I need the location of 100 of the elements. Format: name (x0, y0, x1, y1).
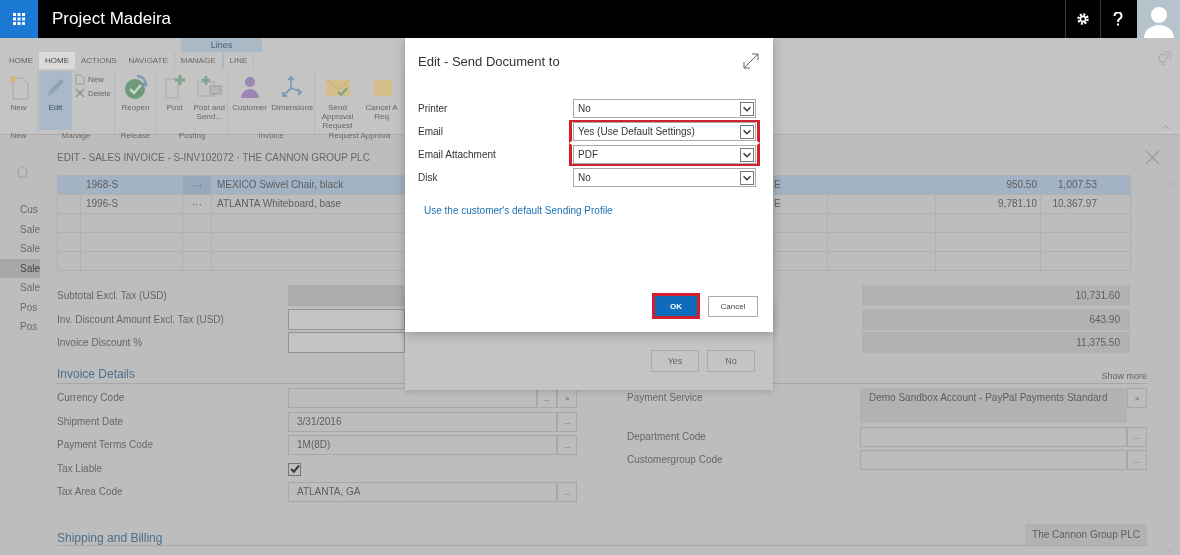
help-icon (1113, 12, 1123, 26)
total-label: Inv. Discount Amount Excl. Tax (USD) (57, 313, 225, 325)
ribbon-button[interactable]: Cancel A Req (360, 71, 403, 130)
table-cell (774, 252, 828, 271)
input-field[interactable]: 3/31/2016 (288, 411, 557, 432)
ok-button[interactable]: OK (652, 293, 700, 319)
ribbon-tab[interactable]: HOME (3, 52, 39, 69)
total-value: 11,375.50 (862, 332, 1130, 353)
field-label: Currency Code (57, 391, 126, 405)
input-field[interactable]: Demo Sandbox Account - PayPal Payments Standard (860, 388, 1127, 423)
field-label: Payment Service (627, 391, 704, 405)
lookup-button[interactable]: ··· (183, 195, 212, 214)
section-title: Shipping and Billing (57, 531, 163, 545)
field-label: Payment Terms Code (57, 438, 154, 452)
field-label: Customergroup Code (627, 453, 724, 467)
ribbon-button[interactable]: New (1, 71, 36, 130)
show-more-link[interactable]: Show more (1101, 371, 1147, 381)
ribbon-button[interactable]: New (72, 74, 113, 85)
new-document-icon (7, 74, 30, 100)
table-cell: 950.50 (936, 176, 1041, 195)
ribbon-button[interactable]: Delete (72, 88, 113, 98)
document-plus-icon (162, 74, 187, 100)
lightbulb-icon[interactable] (1157, 50, 1173, 66)
lookup-button[interactable]: ... (537, 388, 557, 408)
lookup-button[interactable]: ... (557, 482, 577, 502)
dialog-title: Edit - Send Document to (418, 53, 560, 69)
field-label: Disk (418, 172, 439, 183)
group-label: Manage (60, 130, 92, 142)
ribbon-tab[interactable]: LINE (222, 52, 255, 69)
field-label: Tax Area Code (57, 485, 124, 499)
settings-icon (1076, 12, 1090, 26)
ribbon-tab[interactable]: MANAGE (173, 52, 223, 69)
table-cell: 1,007.53 (1041, 176, 1131, 195)
input-field[interactable] (288, 285, 405, 306)
checkbox[interactable] (288, 462, 301, 476)
expand-icon[interactable] (742, 52, 760, 70)
group-label: New (9, 130, 28, 142)
input-field[interactable]: 1M(8D) (288, 435, 557, 455)
check-circle-icon (122, 74, 149, 100)
person-icon (1141, 4, 1176, 38)
section-title: Invoice Details (57, 367, 136, 381)
field-label: Email Attachment (418, 149, 497, 160)
page-title: EDIT - SALES INVOICE - S-INV102072 · THE CANNON GROUP PLC (57, 151, 370, 163)
dropdown[interactable]: PDF (573, 145, 756, 164)
ribbon-tab[interactable]: HOME (39, 52, 75, 69)
input-field[interactable] (288, 332, 405, 353)
sending-profile-link[interactable]: Use the customer's default Sending Profile (418, 205, 760, 216)
group-label: Release (119, 130, 152, 142)
ribbon-button[interactable]: Send Approval Request (316, 71, 359, 130)
ribbon-tab[interactable]: ACTIONS (75, 52, 123, 69)
nav-item[interactable]: Cus (0, 200, 40, 220)
table-cell: E (774, 195, 828, 214)
app-title: Project Madeira (52, 8, 173, 30)
cancel-button[interactable]: Cancel (708, 295, 758, 317)
nav-item[interactable]: Sale (0, 278, 40, 298)
input-field[interactable] (288, 388, 537, 408)
field-label: Email (418, 126, 444, 137)
lookup-button[interactable]: ··· (183, 176, 212, 195)
close-icon[interactable] (1145, 149, 1160, 165)
ribbon-tab[interactable]: NAVIGATE (122, 52, 174, 69)
lookup-button[interactable]: ... (1127, 450, 1147, 470)
ribbon-button[interactable]: Post (158, 71, 192, 130)
input-field[interactable] (288, 308, 405, 330)
nav-item[interactable]: Pos (0, 317, 40, 337)
nav-item[interactable]: Sale (0, 258, 40, 278)
company-name-button[interactable]: The Cannon Group PLC (1025, 524, 1147, 545)
total-label: Invoice Discount % (57, 337, 144, 348)
dropdown[interactable]: Yes (Use Default Settings) (573, 122, 756, 141)
group-label: Invoice (257, 130, 285, 142)
nav-item[interactable]: Sale (0, 219, 40, 239)
context-label: Lines (181, 38, 262, 52)
total-value: 643.90 (862, 308, 1130, 330)
caret-up-icon[interactable] (1160, 124, 1170, 130)
app-launcher-button[interactable] (0, 0, 38, 38)
field-label: Printer (418, 103, 449, 114)
field-label: Department Code (627, 429, 707, 444)
group-label: Request Approva (327, 130, 392, 142)
table-cell: 1968-S (81, 176, 183, 195)
input-field[interactable]: ATLANTA, GA (288, 482, 557, 502)
dialog-button[interactable]: No (707, 350, 755, 372)
home-icon[interactable] (16, 165, 29, 178)
field-label: Tax Liable (57, 461, 104, 476)
lookup-button[interactable]: ... (557, 435, 577, 455)
lookup-button[interactable]: ... (1127, 426, 1147, 447)
ribbon-button[interactable]: Edit (39, 71, 72, 130)
lookup-button[interactable]: ... (557, 411, 577, 432)
ribbon-button[interactable]: Post and Send... (192, 71, 226, 130)
table-cell: 1996-S (81, 195, 183, 214)
dropdown[interactable]: No (573, 168, 756, 187)
ribbon-button[interactable]: Reopen (116, 71, 155, 130)
more-button[interactable]: > (557, 388, 577, 408)
more-button[interactable]: > (1127, 388, 1147, 408)
table-cell: 10,367.97 (1041, 195, 1131, 214)
ribbon-button[interactable]: Dimensions (271, 71, 313, 130)
nav-item[interactable]: Pos (0, 297, 40, 317)
ribbon-button[interactable]: Customer (229, 71, 271, 130)
dropdown[interactable]: No (573, 99, 756, 118)
dialog-button[interactable]: Yes (651, 350, 699, 372)
nav-item[interactable]: Sale (0, 239, 40, 259)
table-cell: 9,781.10 (936, 195, 1041, 214)
